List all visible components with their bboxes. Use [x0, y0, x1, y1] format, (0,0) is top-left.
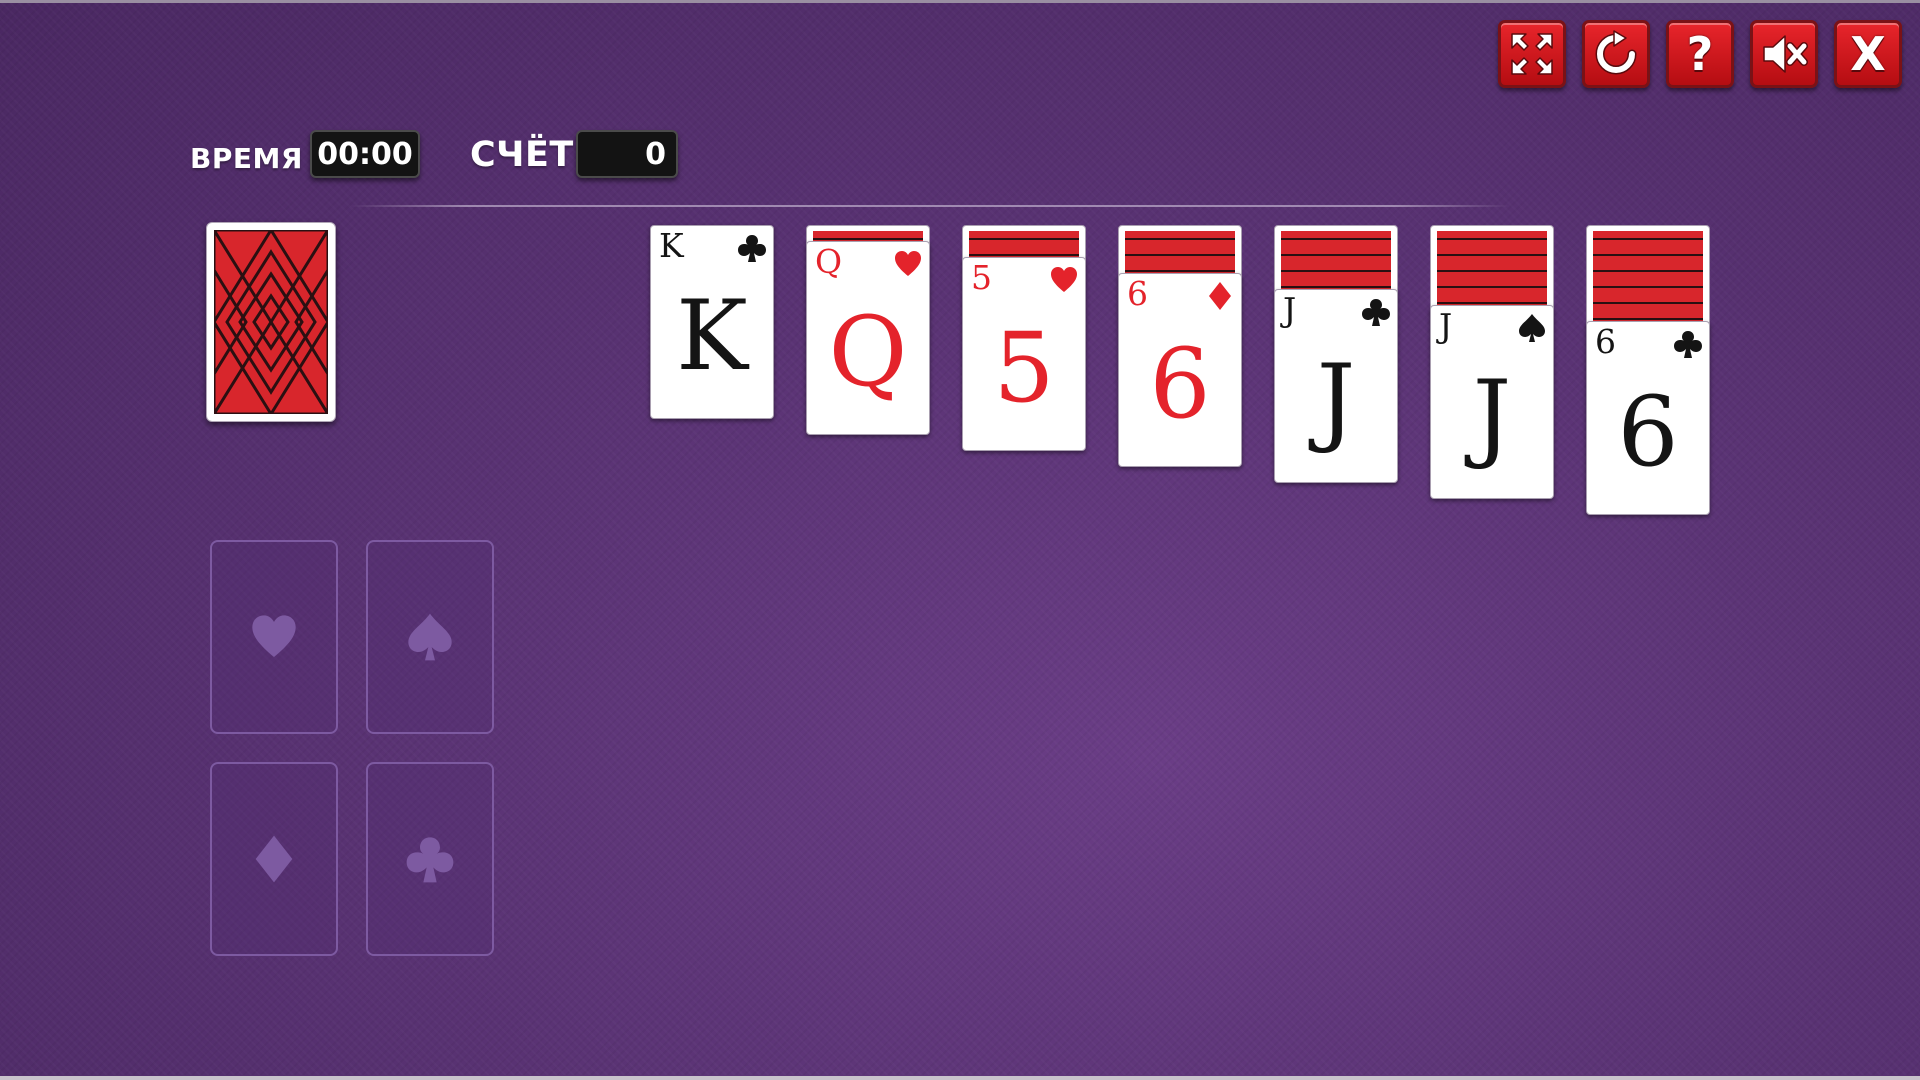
foundation-slot-clubs[interactable]: [366, 762, 494, 956]
help-button[interactable]: ?: [1666, 20, 1734, 88]
sound-toggle-button[interactable]: [1750, 20, 1818, 88]
diamond-icon: [255, 835, 293, 883]
club-icon: [738, 235, 766, 262]
card-rank-corner: J: [1283, 290, 1297, 329]
stock-pile[interactable]: [206, 222, 336, 422]
club-icon: [406, 837, 454, 883]
foundation-slot-hearts[interactable]: [210, 540, 338, 734]
score-display: 0: [576, 130, 678, 178]
speaker-muted-icon: [1763, 35, 1808, 73]
card-rank-corner: 5: [971, 258, 992, 297]
club-icon: [1674, 331, 1702, 358]
tableau-card-k-clubs[interactable]: KK: [650, 225, 774, 419]
restart-icon: [1595, 30, 1637, 75]
spade-icon: [408, 613, 452, 661]
foundation-slot-spades[interactable]: [366, 540, 494, 734]
score-label: СЧЁТ: [470, 135, 574, 175]
card-back-pattern: [214, 230, 328, 414]
card-rank-corner: J: [1439, 306, 1453, 345]
heart-icon: [1051, 267, 1077, 292]
tableau-card-5-hearts[interactable]: 55: [962, 257, 1086, 451]
close-icon: X: [1850, 27, 1886, 81]
foundation-slot-diamonds[interactable]: [210, 762, 338, 956]
fullscreen-icon: [1511, 33, 1553, 75]
tableau-card-j-clubs[interactable]: JJ: [1274, 289, 1398, 483]
help-icon: ?: [1686, 27, 1714, 81]
tableau-card-j-spades[interactable]: JJ: [1430, 305, 1554, 499]
card-rank-center: J: [1316, 344, 1356, 456]
diamond-icon: [1209, 282, 1231, 310]
card-rank-corner: 6: [1595, 322, 1616, 361]
card-rank-corner: Q: [815, 242, 843, 281]
card-rank-center: 5: [993, 312, 1055, 424]
card-rank-corner: 6: [1127, 274, 1148, 313]
top-border: [0, 0, 1920, 3]
card-rank-center: 6: [1617, 376, 1679, 488]
divider-line: [350, 205, 1510, 207]
tableau-card-6-diamonds[interactable]: 66: [1118, 273, 1242, 467]
heart-icon: [252, 615, 296, 657]
bottom-border: [0, 1076, 1920, 1080]
restart-button[interactable]: [1582, 20, 1650, 88]
club-icon: [1362, 299, 1390, 326]
card-rank-center: Q: [828, 296, 908, 408]
time-label: ВРЕМЯ: [190, 142, 303, 175]
card-rank-center: 6: [1149, 328, 1211, 440]
toolbar: ? X: [1498, 20, 1902, 88]
card-rank-center: J: [1472, 360, 1512, 472]
card-rank-corner: K: [659, 226, 684, 265]
heart-icon: [895, 251, 921, 276]
fullscreen-button[interactable]: [1498, 20, 1566, 88]
tableau-card-6-clubs[interactable]: 66: [1586, 321, 1710, 515]
spade-icon: [1519, 314, 1545, 342]
card-rank-center: K: [676, 280, 748, 392]
time-display: 00:00: [310, 130, 420, 178]
close-button[interactable]: X: [1834, 20, 1902, 88]
tableau-card-q-hearts[interactable]: QQ: [806, 241, 930, 435]
